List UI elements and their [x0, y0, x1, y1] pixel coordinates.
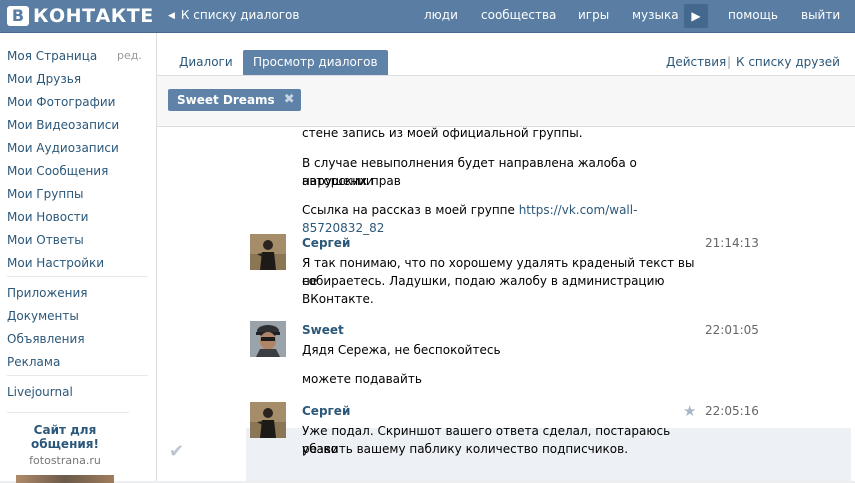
sidebar-item-my-page[interactable]: Моя Страница	[7, 49, 97, 63]
nav-exit[interactable]: выйти	[801, 8, 840, 22]
sidebar-item-videos[interactable]: Мои Видеозаписи	[7, 118, 119, 132]
promo-title-line1[interactable]: Сайт для	[0, 423, 130, 438]
avatar-sergey-image	[250, 234, 286, 270]
close-icon[interactable]: ✖	[284, 89, 295, 111]
sidebar-divider	[7, 375, 148, 376]
to-friends-link[interactable]: К списку друзей	[736, 55, 840, 69]
message-text: убавить вашему паблику количество подпис…	[302, 442, 629, 456]
sidebar-edit-link[interactable]: ред.	[117, 49, 142, 62]
sidebar-item-audios[interactable]: Мои Аудиозаписи	[7, 141, 119, 155]
sidebar-item-advertising[interactable]: Реклама	[7, 355, 60, 369]
check-icon[interactable]: ✔	[169, 441, 184, 462]
sidebar-item-ads[interactable]: Объявления	[7, 332, 85, 346]
sidebar-item-settings[interactable]: Мои Настройки	[7, 256, 104, 270]
play-icon: ▶	[691, 9, 701, 23]
sidebar-item-apps[interactable]: Приложения	[7, 286, 88, 300]
avatar-sergey-image	[250, 402, 286, 438]
message-text: Ссылка на рассказ в моей группе https://…	[302, 201, 702, 237]
message-author[interactable]: Сергей	[302, 404, 350, 418]
avatar-sweet-image	[250, 321, 286, 357]
message-time[interactable]: 21:14:13	[705, 236, 759, 250]
sidebar-item-answers[interactable]: Мои Ответы	[7, 233, 84, 247]
nav-people[interactable]: люди	[424, 8, 458, 22]
sidebar-divider	[7, 276, 148, 277]
sidebar-item-news[interactable]: Мои Новости	[7, 210, 88, 224]
avatar[interactable]	[250, 321, 286, 357]
actions-separator: |	[727, 55, 732, 69]
message-history: стене запись из моей официальной группы.…	[157, 127, 855, 481]
message-text: можете подавайть	[302, 372, 422, 386]
message-author[interactable]: Сергей	[302, 236, 350, 250]
message-time[interactable]: 22:01:05	[705, 323, 759, 337]
chevron-left-icon: ◀	[168, 11, 175, 21]
promo-subtitle: fotostrana.ru	[29, 454, 101, 467]
recipient-chip[interactable]: Sweet Dreams ✖	[168, 89, 301, 111]
back-to-dialogs-link[interactable]: ◀ К списку диалогов	[168, 8, 299, 22]
nav-music[interactable]: музыка	[632, 8, 679, 22]
recipient-bar: Sweet Dreams ✖	[157, 76, 855, 127]
avatar[interactable]	[250, 234, 286, 270]
message-text: стене запись из моей официальной группы.	[302, 127, 583, 140]
back-to-dialogs-label: К списку диалогов	[180, 8, 300, 22]
tabs-bar: Диалоги Просмотр диалогов Действия | К с…	[157, 33, 855, 76]
message-text: собираетесь. Ладушки, подаю жалобу в адм…	[302, 274, 665, 288]
message-text: ВКонтакте.	[302, 292, 374, 306]
nav-games[interactable]: игры	[578, 8, 609, 22]
sidebar-item-friends[interactable]: Мои Друзья	[7, 72, 81, 86]
message-text: авторских прав	[302, 174, 401, 188]
vk-logo[interactable]: В КОНТАКТЕ	[7, 3, 153, 29]
message-text-prefix: Ссылка на рассказ в моей группе	[302, 203, 519, 217]
sidebar-item-messages[interactable]: Мои Сообщения	[7, 164, 108, 178]
sidebar-item-groups[interactable]: Мои Группы	[7, 187, 84, 201]
message-time[interactable]: 22:05:16	[705, 404, 759, 418]
recipient-name: Sweet Dreams	[177, 93, 275, 107]
tab-view-dialogs[interactable]: Просмотр диалогов	[243, 50, 388, 75]
promo-image[interactable]	[16, 475, 114, 483]
nav-help[interactable]: помощь	[728, 8, 778, 22]
sidebar-item-livejournal[interactable]: Livejournal	[7, 385, 73, 399]
nav-communities[interactable]: сообщества	[481, 8, 556, 22]
top-header: В КОНТАКТЕ ◀ К списку диалогов люди сообщ…	[0, 0, 855, 33]
message-author[interactable]: Sweet	[302, 323, 344, 337]
sidebar-item-documents[interactable]: Документы	[7, 309, 79, 323]
logo-text: КОНТАКТЕ	[33, 5, 154, 27]
star-icon[interactable]: ★	[683, 402, 696, 420]
tab-dialogs[interactable]: Диалоги	[179, 55, 233, 69]
music-play-button[interactable]: ▶	[684, 4, 708, 28]
sidebar-item-photos[interactable]: Мои Фотографии	[7, 95, 115, 109]
logo-letter: В	[7, 6, 29, 26]
main-content: Диалоги Просмотр диалогов Действия | К с…	[156, 33, 855, 481]
message-text: Дядя Сережа, не беспокойтесь	[302, 343, 501, 357]
avatar[interactable]	[250, 402, 286, 438]
sidebar-divider	[7, 412, 129, 413]
promo-title-line2[interactable]: общения!	[0, 437, 130, 452]
actions-link[interactable]: Действия	[666, 55, 726, 69]
